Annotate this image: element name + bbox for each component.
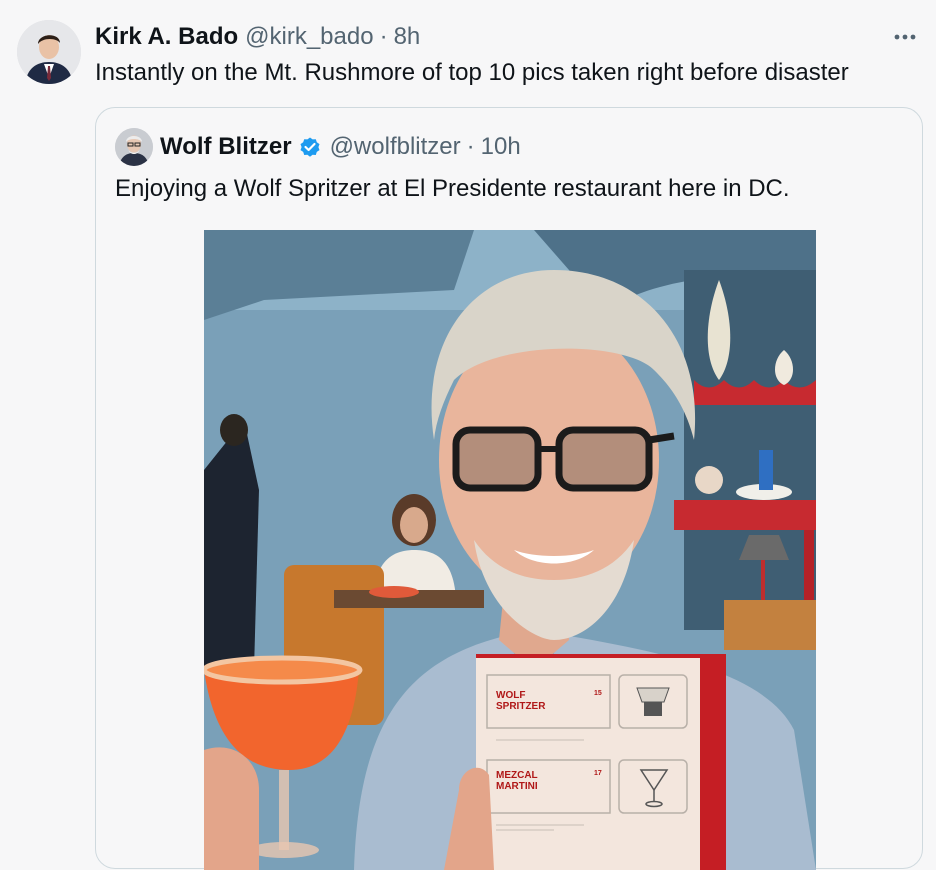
quoted-avatar-image	[115, 128, 153, 166]
quoted-author-avatar[interactable]	[115, 128, 153, 166]
more-horizontal-icon	[894, 34, 916, 40]
author-name[interactable]: Kirk A. Bado	[95, 22, 238, 52]
quoted-separator-dot: ·	[466, 133, 475, 160]
avatar-image	[17, 20, 81, 84]
tweet-header: Kirk A. Bado @kirk_bado · 8h	[95, 22, 420, 52]
tweet-timestamp[interactable]: 8h	[394, 22, 421, 52]
tweet-text: Instantly on the Mt. Rushmore of top 10 …	[95, 59, 849, 86]
menu-item-mezcal-martini-line2: MARTINI	[496, 781, 538, 792]
quoted-tweet-header: Wolf Blitzer @wolfblitzer · 10h	[160, 132, 521, 162]
separator-dot: ·	[379, 23, 388, 50]
quoted-tweet-text: Enjoying a Wolf Spritzer at El President…	[115, 175, 790, 202]
menu-price-1: 15	[594, 690, 602, 697]
quoted-tweet-photo[interactable]: WOLF SPRITZER 15 MEZCAL MARTINI 17	[204, 230, 816, 870]
tweet[interactable]: Kirk A. Bado @kirk_bado · 8h Instantly o…	[0, 0, 936, 870]
menu-item-wolf-spritzer-line2: SPRITZER	[496, 701, 546, 712]
menu-price-2: 17	[594, 770, 602, 777]
more-options-button[interactable]	[892, 24, 918, 50]
menu-item-mezcal-martini-line1: MEZCAL	[496, 770, 538, 781]
author-avatar[interactable]	[17, 20, 81, 84]
quoted-tweet[interactable]: Wolf Blitzer @wolfblitzer · 10h Enjoying…	[95, 107, 923, 870]
photo-illustration: WOLF SPRITZER 15 MEZCAL MARTINI 17	[204, 230, 816, 870]
quoted-author-name[interactable]: Wolf Blitzer	[160, 132, 292, 162]
author-handle[interactable]: @kirk_bado	[245, 22, 373, 52]
menu-item-wolf-spritzer-line1: WOLF	[496, 690, 525, 701]
quoted-author-handle[interactable]: @wolfblitzer	[330, 132, 461, 162]
quoted-tweet-timestamp[interactable]: 10h	[481, 132, 521, 162]
verified-badge-icon	[298, 135, 322, 159]
